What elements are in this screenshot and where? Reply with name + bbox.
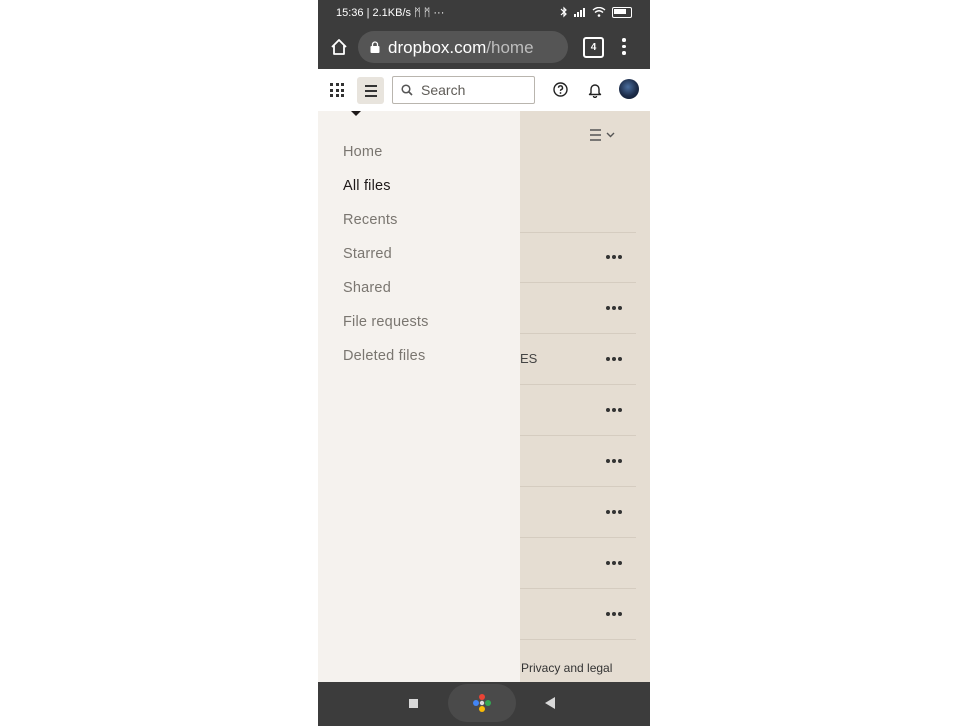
url-domain: dropbox.com: [388, 38, 487, 57]
tabs-icon[interactable]: 4: [583, 37, 604, 58]
back-icon[interactable]: [545, 697, 555, 709]
more-icon[interactable]: [606, 357, 624, 361]
more-icon[interactable]: [606, 561, 624, 565]
sidebar-item-recents[interactable]: Recents: [343, 212, 398, 228]
lock-icon: [370, 41, 380, 53]
row-divider: [520, 435, 636, 436]
sidebar-item-starred[interactable]: Starred: [343, 246, 392, 262]
system-navigation-bar: [318, 682, 650, 726]
dropbox-header: Search: [318, 69, 650, 112]
address-bar[interactable]: dropbox.com/home: [358, 31, 568, 63]
bell-icon[interactable]: [588, 82, 602, 98]
row-divider: [520, 588, 636, 589]
file-name-fragment: ES: [520, 351, 538, 366]
more-icon[interactable]: [606, 612, 624, 616]
hamburger-icon[interactable]: [357, 77, 384, 104]
row-divider: [520, 537, 636, 538]
more-icon[interactable]: [606, 510, 624, 514]
url-text: dropbox.com/home: [388, 38, 534, 58]
url-path: /home: [486, 38, 534, 57]
row-divider: [520, 333, 636, 334]
bluetooth-icon: [560, 6, 567, 18]
signal-icon: [574, 8, 585, 17]
stop-icon[interactable]: [409, 699, 418, 708]
sidebar-item-shared[interactable]: Shared: [343, 280, 391, 296]
privacy-legal-link[interactable]: Privacy and legal: [521, 661, 612, 675]
home-icon[interactable]: [328, 36, 350, 58]
sidebar-item-home[interactable]: Home: [343, 144, 382, 160]
row-divider: [520, 384, 636, 385]
more-icon[interactable]: [606, 255, 624, 259]
more-icon[interactable]: [606, 459, 624, 463]
row-divider: [520, 486, 636, 487]
sidebar-item-file-requests[interactable]: File requests: [343, 314, 429, 330]
row-divider: [520, 639, 636, 640]
more-icon[interactable]: [606, 408, 624, 412]
search-input[interactable]: Search: [392, 76, 535, 104]
row-divider: [520, 232, 636, 233]
wifi-icon: [592, 7, 606, 17]
sidebar-item-deleted-files[interactable]: Deleted files: [343, 348, 425, 364]
status-bar: 15:36 | 2.1KB/s ᛗ ᛗ ···: [318, 0, 650, 26]
apps-grid-icon[interactable]: [330, 83, 344, 97]
more-icon[interactable]: [606, 306, 624, 310]
caret-icon: [351, 111, 361, 116]
help-icon[interactable]: [553, 82, 568, 97]
avatar[interactable]: [619, 79, 639, 99]
assistant-button[interactable]: [448, 684, 516, 722]
phone-screen: 15:36 | 2.1KB/s ᛗ ᛗ ··· dropbox.com/home…: [318, 0, 650, 726]
status-time: 15:36 | 2.1KB/s ᛗ ᛗ ···: [336, 7, 445, 19]
assistant-icon: [473, 694, 491, 712]
battery-icon: [612, 6, 632, 18]
row-divider: [520, 282, 636, 283]
browser-toolbar: dropbox.com/home 4: [318, 26, 650, 69]
menu-icon[interactable]: [621, 38, 627, 58]
view-toggle-icon[interactable]: [588, 128, 618, 142]
navigation-drawer: Home All files Recents Starred Shared Fi…: [318, 111, 520, 682]
search-placeholder: Search: [421, 82, 466, 98]
search-icon: [401, 84, 413, 96]
sidebar-item-all-files[interactable]: All files: [343, 178, 391, 194]
